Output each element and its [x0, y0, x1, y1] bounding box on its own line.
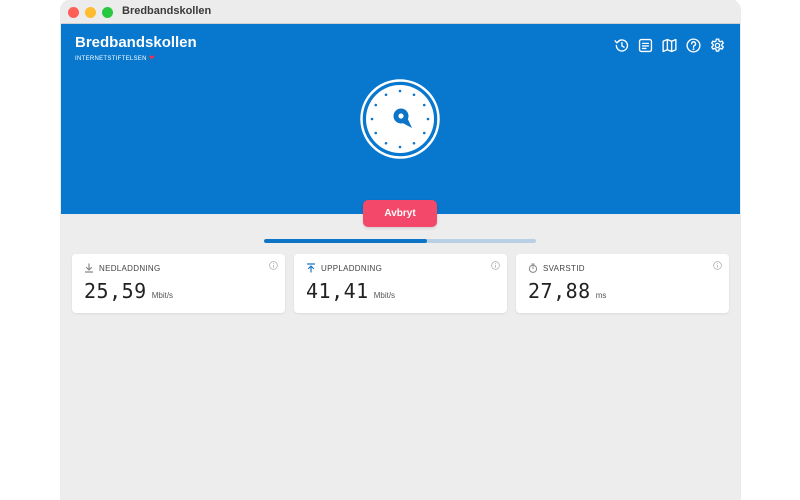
download-card-header: NEDLADDNING [84, 263, 161, 273]
list-icon[interactable] [637, 37, 654, 54]
latency-label: SVARSTID [543, 263, 585, 273]
latency-card: SVARSTID 27,88 ms [516, 254, 729, 313]
brand: Bredbandskollen INTERNETSTIFTELSEN ❤ [75, 34, 197, 62]
upload-unit: Mbit/s [373, 291, 396, 300]
upload-icon [306, 263, 316, 273]
app-window: Bredbandskollen Bredbandskollen INTERNET… [61, 0, 740, 500]
window-title: Bredbandskollen [122, 5, 212, 17]
gauge-tick [412, 93, 416, 97]
gauge-tick [426, 117, 430, 121]
gauge-tick [374, 103, 378, 107]
download-unit: Mbit/s [151, 291, 174, 300]
gauge-tick [412, 141, 416, 145]
minimize-window-button[interactable] [85, 7, 96, 18]
upload-value-row: 41,41 Mbit/s [306, 279, 395, 303]
download-card: NEDLADDNING 25,59 Mbit/s [72, 254, 285, 313]
latency-card-header: SVARSTID [528, 263, 585, 273]
heart-icon: ❤ [148, 55, 155, 62]
gauge-tick [374, 131, 378, 135]
toolbar [613, 37, 726, 54]
brand-subtitle: INTERNETSTIFTELSEN [75, 56, 147, 62]
upload-value: 41,41 [306, 279, 369, 303]
hero-banner: Bredbandskollen INTERNETSTIFTELSEN ❤ [61, 24, 740, 214]
brand-title: Bredbandskollen [75, 34, 197, 51]
download-value-row: 25,59 Mbit/s [84, 279, 173, 303]
download-label: NEDLADDNING [99, 263, 161, 273]
upload-label: UPPLADDNING [321, 263, 383, 273]
latency-info-icon[interactable] [713, 261, 722, 270]
help-icon[interactable] [685, 37, 702, 54]
gauge-tick [398, 145, 402, 149]
latency-value-row: 27,88 ms [528, 279, 606, 303]
test-progress-bar [264, 239, 536, 243]
brand-subtitle-row: INTERNETSTIFTELSEN ❤ [75, 54, 197, 62]
download-info-icon[interactable] [269, 261, 278, 270]
upload-card: UPPLADDNING 41,41 Mbit/s [294, 254, 507, 313]
settings-icon[interactable] [709, 37, 726, 54]
history-icon[interactable] [613, 37, 630, 54]
download-value: 25,59 [84, 279, 147, 303]
gauge-tick [370, 117, 374, 121]
speedometer-gauge [360, 79, 440, 159]
gauge-tick [384, 93, 388, 97]
gauge-tick [422, 131, 426, 135]
gauge-tick [398, 89, 402, 93]
test-progress-fill [264, 239, 428, 243]
close-window-button[interactable] [68, 7, 79, 18]
maximize-window-button[interactable] [102, 7, 113, 18]
map-icon[interactable] [661, 37, 678, 54]
stopwatch-icon [528, 263, 538, 273]
latency-value: 27,88 [528, 279, 591, 303]
upload-card-header: UPPLADDNING [306, 263, 382, 273]
gauge-tick [384, 141, 388, 145]
metrics-row: NEDLADDNING 25,59 Mbit/s UPPLADDNING 41,… [72, 254, 729, 313]
latency-unit: ms [595, 291, 607, 300]
download-icon [84, 263, 94, 273]
gauge-tick [422, 103, 426, 107]
title-bar: Bredbandskollen [61, 0, 740, 24]
cancel-button[interactable]: Avbryt [363, 200, 437, 227]
upload-info-icon[interactable] [491, 261, 500, 270]
